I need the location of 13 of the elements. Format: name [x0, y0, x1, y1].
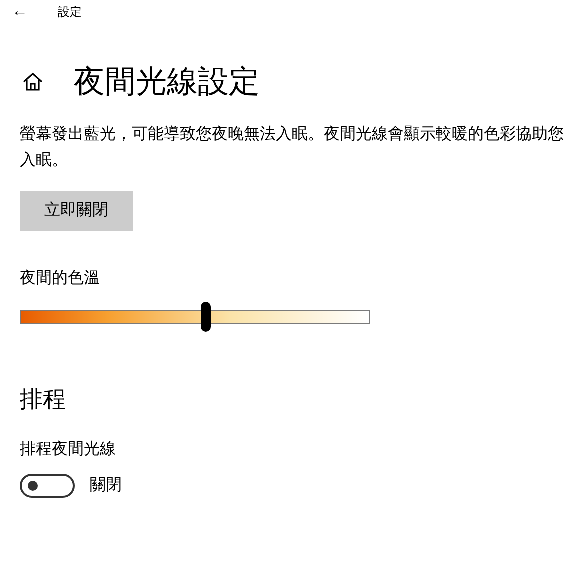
description-text: 螢幕發出藍光，可能導致您夜晚無法入眠。夜間光線會顯示較暖的色彩協助您入眠。 [20, 124, 565, 171]
color-temperature-slider[interactable] [20, 302, 370, 332]
turn-off-now-button[interactable]: 立即關閉 [20, 191, 133, 231]
slider-label: 夜間的色溫 [20, 268, 101, 289]
toggle-label: 排程夜間光線 [20, 440, 117, 460]
slider-thumb[interactable] [200, 302, 210, 332]
toggle-state-text: 關閉 [90, 476, 122, 496]
window-title: 設定 [58, 4, 82, 21]
back-button[interactable]: ← [10, 2, 30, 22]
page-title: 夜間光線設定 [74, 63, 260, 101]
toggle-switch[interactable] [20, 474, 75, 498]
home-icon [22, 72, 44, 92]
section-heading: 排程 [20, 385, 67, 414]
